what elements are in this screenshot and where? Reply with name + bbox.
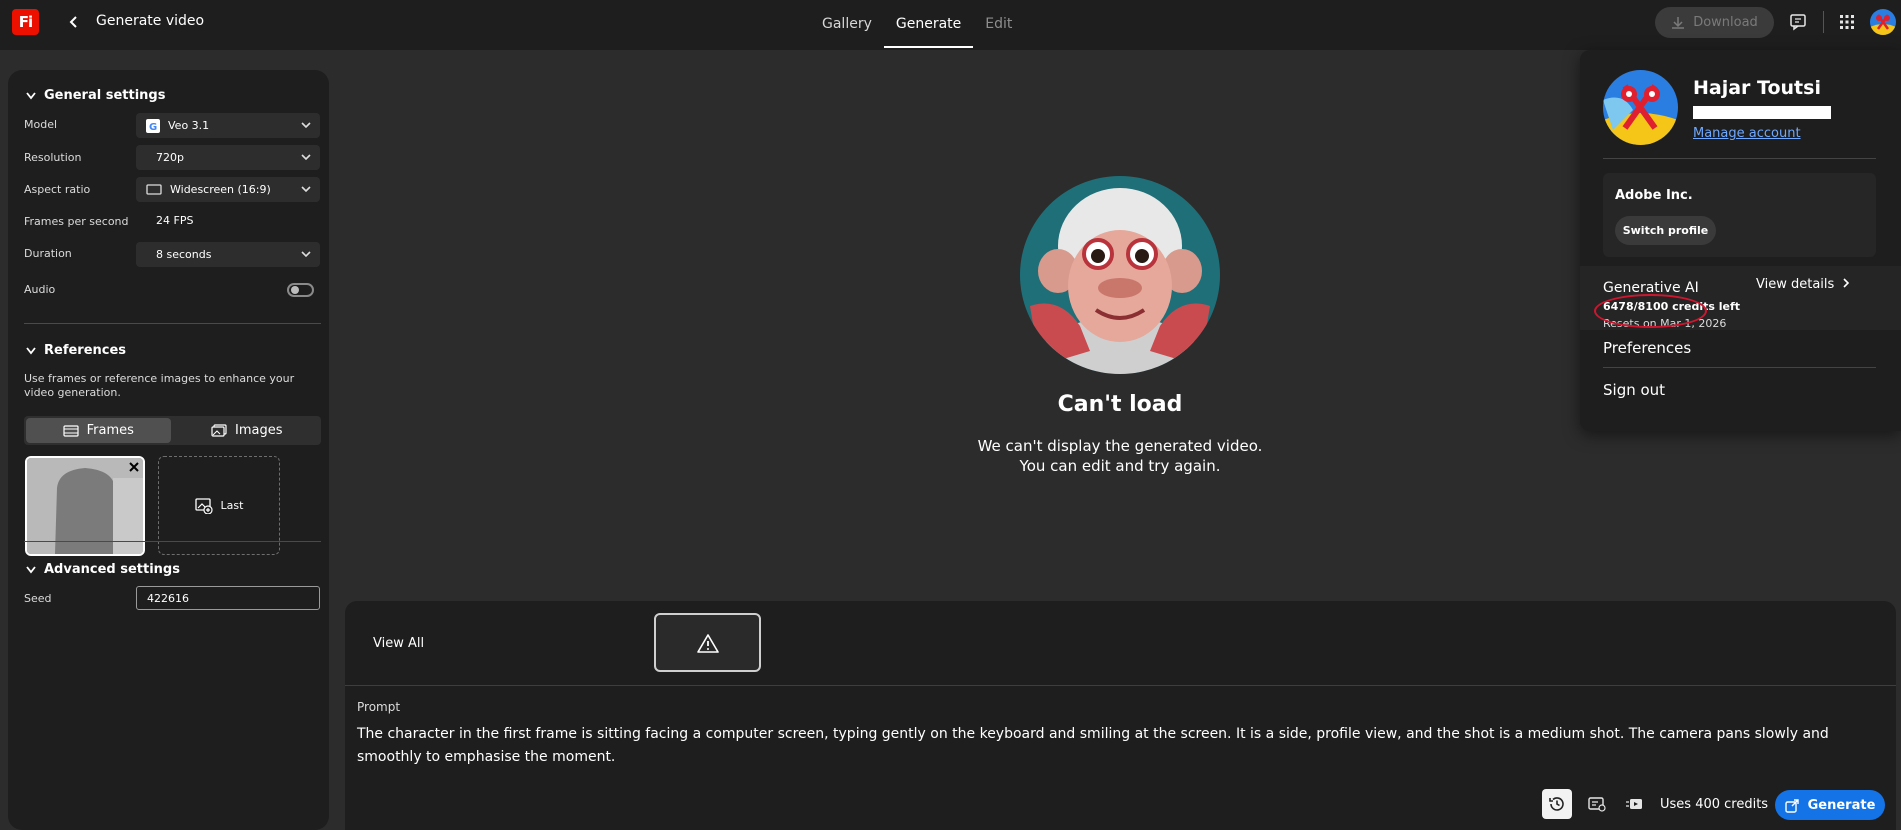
switch-profile-button[interactable]: Switch profile (1615, 216, 1716, 245)
tab-generate[interactable]: Generate (883, 0, 974, 48)
redacted-email (1693, 106, 1831, 119)
chevron-down-icon (26, 565, 36, 573)
back-button[interactable] (64, 12, 84, 32)
generate-label: Generate (1807, 797, 1876, 813)
svg-text:G: G (149, 122, 157, 133)
prompt-settings-icon (1588, 797, 1606, 812)
profile-avatar-image (1603, 70, 1678, 145)
chevron-right-icon (1843, 278, 1850, 288)
warning-icon (696, 633, 719, 653)
avatar-image-icon (1870, 9, 1896, 35)
tab-gallery[interactable]: Gallery (810, 0, 884, 48)
profile-popover: Hajar Toutsi Manage account Adobe Inc. S… (1580, 50, 1901, 431)
tab-edit[interactable]: Edit (973, 0, 1024, 48)
character-image (1020, 176, 1220, 374)
chevron-down-icon (301, 154, 311, 161)
advanced-settings-toggle[interactable]: Advanced settings (26, 562, 180, 577)
generate-button[interactable]: Generate (1775, 790, 1885, 820)
prompt-panel: View All Prompt The character in the fir… (345, 601, 1896, 830)
video-credits-icon (1626, 799, 1642, 809)
section-divider (24, 541, 321, 542)
panel-divider (345, 685, 1896, 686)
aspect-ratio-label: Aspect ratio (24, 183, 91, 196)
widescreen-icon (146, 184, 162, 195)
references-toggle[interactable]: References (26, 343, 126, 358)
view-all-link[interactable]: View All (373, 636, 424, 651)
general-settings-toggle[interactable]: General settings (26, 88, 165, 103)
user-avatar-button[interactable] (1870, 9, 1896, 35)
last-frame-label: Last (220, 499, 244, 512)
main-tabs: Gallery Generate Edit (810, 0, 1024, 50)
resolution-label: Resolution (24, 151, 82, 164)
profile-name: Hajar Toutsi (1693, 77, 1821, 99)
seed-input[interactable] (136, 586, 320, 610)
duration-label: Duration (24, 247, 72, 260)
film-frames-icon (63, 424, 79, 437)
section-divider (24, 323, 321, 324)
prompt-textarea[interactable]: The character in the first frame is sitt… (357, 723, 1887, 769)
view-details-link[interactable]: View details (1756, 277, 1850, 292)
toolbar-divider (1823, 11, 1824, 33)
download-button[interactable]: Download (1655, 7, 1774, 38)
credits-info-button[interactable] (1619, 789, 1649, 819)
references-heading: References (44, 343, 127, 358)
feedback-button[interactable] (1787, 11, 1809, 33)
annotation-circle (1594, 294, 1707, 328)
chat-bubble-icon (1790, 14, 1806, 31)
resolution-value: 720p (156, 151, 184, 164)
top-bar: Fi Generate video Gallery Generate Edit … (0, 0, 1901, 50)
fps-label: Frames per second (24, 215, 129, 228)
audio-toggle[interactable] (287, 283, 314, 297)
generate-icon (1784, 798, 1799, 813)
advanced-settings-heading: Advanced settings (44, 562, 180, 577)
download-label: Download (1693, 15, 1758, 30)
prompt-label: Prompt (357, 700, 401, 714)
chevron-down-icon (301, 122, 311, 129)
chevron-left-icon (69, 16, 77, 28)
prompt-settings-button[interactable] (1582, 789, 1612, 819)
seed-label: Seed (24, 592, 52, 605)
page-title: Generate video (96, 13, 205, 29)
aspect-ratio-value: Widescreen (16:9) (170, 183, 271, 196)
add-image-icon (194, 497, 213, 514)
chevron-down-icon (301, 186, 311, 193)
audio-label: Audio (24, 283, 56, 296)
organization-name: Adobe Inc. (1615, 188, 1693, 203)
apps-button[interactable] (1836, 11, 1858, 33)
credit-cost: Uses 400 credits (1660, 797, 1769, 812)
general-settings-heading: General settings (44, 88, 166, 103)
profile-divider (1603, 367, 1876, 368)
chevron-down-icon (26, 91, 36, 99)
resolution-select[interactable]: 720p (136, 145, 320, 170)
aspect-ratio-select[interactable]: Widescreen (16:9) (136, 177, 320, 202)
preferences-link[interactable]: Preferences (1603, 339, 1691, 357)
monkey-character-image (1020, 176, 1220, 374)
error-line-1: We can't display the generated video. (977, 437, 1263, 455)
error-line-2: You can edit and try again. (1019, 457, 1221, 475)
chevron-down-icon (26, 346, 36, 354)
model-label: Model (24, 118, 58, 131)
apps-grid-icon (1840, 15, 1854, 29)
fps-value: 24 FPS (156, 214, 194, 227)
organization-card: Adobe Inc. Switch profile (1603, 173, 1876, 257)
history-icon (1549, 797, 1564, 811)
chevron-down-icon (301, 251, 311, 258)
manage-account-link[interactable]: Manage account (1693, 126, 1801, 141)
view-details-label: View details (1756, 277, 1835, 292)
google-logo-icon: G (146, 118, 160, 133)
firefly-logo[interactable]: Fi (12, 9, 39, 35)
duration-select[interactable]: 8 seconds (136, 242, 320, 267)
generative-ai-section: Generative AI View details Resets on Mar… (1580, 266, 1901, 330)
failed-generation-thumbnail[interactable] (654, 613, 761, 672)
profile-avatar (1603, 70, 1678, 145)
download-icon (1672, 16, 1685, 29)
error-message: We can't display the generated video. Yo… (0, 436, 1901, 476)
model-select[interactable]: G Veo 3.1 (136, 113, 320, 138)
history-button[interactable] (1542, 789, 1572, 819)
model-value: Veo 3.1 (168, 119, 210, 132)
profile-divider (1603, 158, 1876, 159)
sign-out-link[interactable]: Sign out (1603, 381, 1665, 399)
duration-value: 8 seconds (156, 248, 212, 261)
